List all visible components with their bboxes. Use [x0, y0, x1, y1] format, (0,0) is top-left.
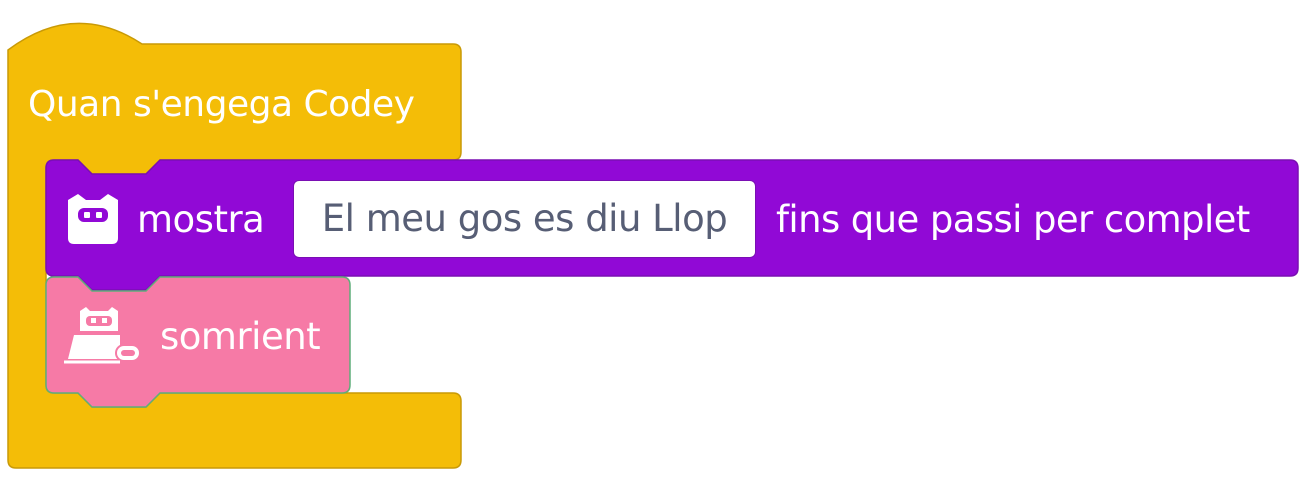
show-block-label: mostra	[137, 198, 265, 241]
hat-block-label: Quan s'engega Codey	[28, 84, 415, 125]
codey-robot-icon	[64, 307, 141, 364]
show-block-suffix: fins que passi per complet	[776, 198, 1250, 241]
display-text-input[interactable]: El meu gos es diu Llop	[293, 180, 756, 258]
codey-face-icon	[68, 194, 118, 244]
smile-block-label: somrient	[160, 315, 321, 358]
